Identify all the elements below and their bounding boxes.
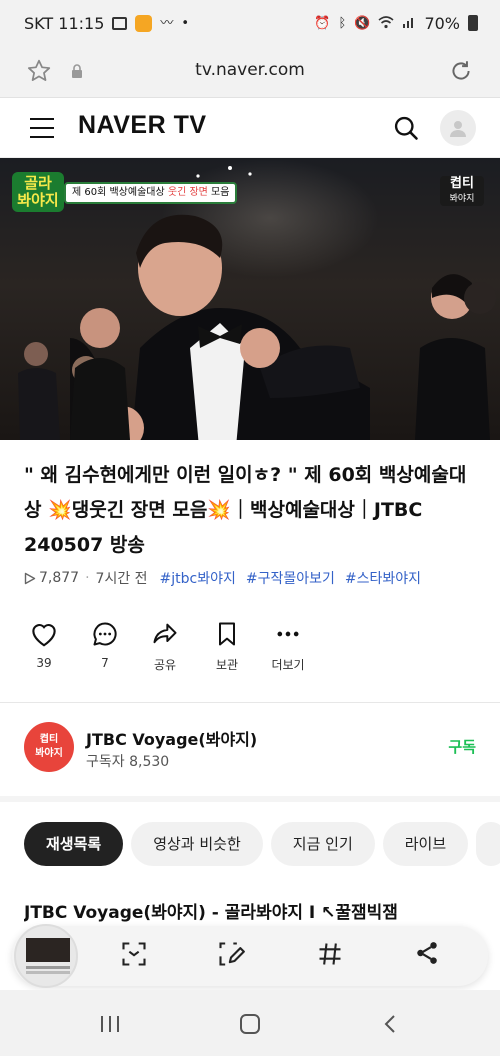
save-button[interactable]: 보관 <box>197 620 257 673</box>
wifi-icon <box>378 15 394 32</box>
meta-separator: · <box>85 570 90 586</box>
more-label: 더보기 <box>271 658 305 672</box>
comment-count: 7 <box>101 656 109 670</box>
caption-post: 모음 <box>207 187 230 198</box>
tab-thumbnail[interactable] <box>14 924 78 988</box>
like-button[interactable]: 39 <box>14 620 74 670</box>
battery-percent: 70% <box>424 13 460 33</box>
view-count: 7,877 <box>24 570 79 586</box>
system-nav-bar <box>0 990 500 1056</box>
subscriber-count: 구독자 8,530 <box>86 754 170 770</box>
recent-apps-icon[interactable] <box>98 1014 122 1038</box>
hashtag-link[interactable]: #구작몰아보기 <box>246 568 335 588</box>
home-icon[interactable] <box>238 1014 262 1038</box>
hashtag-icon[interactable] <box>316 940 344 972</box>
share-button[interactable]: 공유 <box>135 620 195 673</box>
tab-similar[interactable]: 영상과 비슷한 <box>131 822 263 866</box>
site-header: NAVER TV <box>0 98 500 158</box>
upload-time: 7시간 전 <box>95 571 148 587</box>
section-divider <box>0 796 500 802</box>
subscribe-button[interactable]: 구독 <box>448 736 476 757</box>
signal-icon <box>402 15 416 32</box>
battery-icon <box>468 15 478 31</box>
naver-tv-logo[interactable]: NAVER TV <box>78 111 207 140</box>
tab-popular[interactable]: 지금 인기 <box>270 822 375 866</box>
channel-avatar-text: 켭티 봐야지 <box>35 734 63 759</box>
badge-right-top: 켭티 <box>450 176 474 191</box>
url-text[interactable]: tv.naver.com <box>0 60 500 80</box>
tab-playlist[interactable]: 재생목록 <box>24 822 124 866</box>
channel-badge-left: 골라 봐야지 <box>12 172 64 212</box>
status-left: SKT 11:15 〰 • <box>24 14 189 33</box>
comment-icon <box>93 622 117 646</box>
badge-right-bottom: 봐야지 <box>449 194 475 204</box>
gallery-notification-icon <box>112 16 128 30</box>
scan-icon[interactable] <box>120 940 148 972</box>
video-player[interactable]: 골라 봐야지 제 60회 백상예술대상 웃긴 장면 모음 켭티 봐야지 <box>0 158 500 440</box>
bookmark-icon <box>219 622 235 646</box>
save-label: 보관 <box>215 658 239 672</box>
tab-more[interactable] <box>476 822 500 866</box>
play-icon <box>24 572 36 584</box>
view-count-value: 7,877 <box>39 570 80 586</box>
content-tabs: 재생목록 영상과 비슷한 지금 인기 라이브 <box>24 822 500 868</box>
profile-avatar[interactable] <box>440 110 476 146</box>
bluetooth-icon: ᛒ <box>338 15 347 31</box>
floating-toolbar <box>12 924 488 988</box>
app-notification-icon <box>135 14 153 32</box>
status-bar: SKT 11:15 〰 • ⏰ ᛒ 🔇 70% <box>0 0 500 46</box>
mustache-icon: 〰 <box>160 15 174 31</box>
tab-live[interactable]: 라이브 <box>382 822 469 866</box>
channel-info: 켭티 봐야지 JTBC Voyage(봐야지) 구독자 8,530 구독 <box>0 716 500 786</box>
like-count: 39 <box>36 656 52 670</box>
edit-capture-icon[interactable] <box>217 940 245 972</box>
hashtag-link[interactable]: #jtbc봐야지 <box>160 568 236 588</box>
channel-name[interactable]: JTBC Voyage(봐야지) <box>86 726 257 750</box>
share-icon <box>153 623 177 644</box>
more-icon <box>277 631 299 637</box>
video-caption-badge: 제 60회 백상예술대상 웃긴 장면 모음 <box>64 182 238 204</box>
comment-button[interactable]: 7 <box>75 620 135 670</box>
badge-left-text: 골라 봐야지 <box>17 174 59 209</box>
browser-address-bar: tv.naver.com <box>0 46 500 98</box>
video-meta: 7,877 · 7시간 전 #jtbc봐야지 #구작몰아보기 #스타봐야지 <box>24 568 484 588</box>
reload-icon[interactable] <box>448 58 474 88</box>
heart-icon <box>32 624 56 647</box>
channel-badge-right: 켭티 봐야지 <box>440 176 484 206</box>
dot-icon: • <box>181 15 190 31</box>
alarm-icon: ⏰ <box>314 15 331 31</box>
hashtag-link[interactable]: #스타봐야지 <box>345 568 421 588</box>
channel-avatar[interactable]: 켭티 봐야지 <box>24 722 74 772</box>
caption-highlight: 웃긴 장면 <box>167 187 208 198</box>
search-icon[interactable] <box>392 114 420 146</box>
thumbnail-video <box>26 938 70 962</box>
mute-icon: 🔇 <box>354 15 371 31</box>
thumbnail-lines <box>26 966 70 969</box>
share-label: 공유 <box>153 658 177 672</box>
playlist-title[interactable]: JTBC Voyage(봐야지) - 골라봐야지 I ↖꿀잼빅잼 <box>24 898 444 923</box>
menu-icon[interactable] <box>30 118 54 138</box>
action-row: 39 7 공유 보관 더보기 <box>0 620 320 690</box>
divider <box>0 702 500 703</box>
caption-pre: 제 60회 백상예술대상 <box>72 187 168 198</box>
share-icon[interactable] <box>414 940 440 970</box>
back-icon[interactable] <box>378 1014 402 1038</box>
status-right: ⏰ ᛒ 🔇 70% <box>314 14 478 33</box>
carrier-time: SKT 11:15 <box>24 13 105 33</box>
more-button[interactable]: 더보기 <box>258 620 318 673</box>
video-title: " 왜 김수현에게만 이런 일이ㅎ? " 제 60회 백상예술대상 💥댕웃긴 장… <box>24 464 467 556</box>
